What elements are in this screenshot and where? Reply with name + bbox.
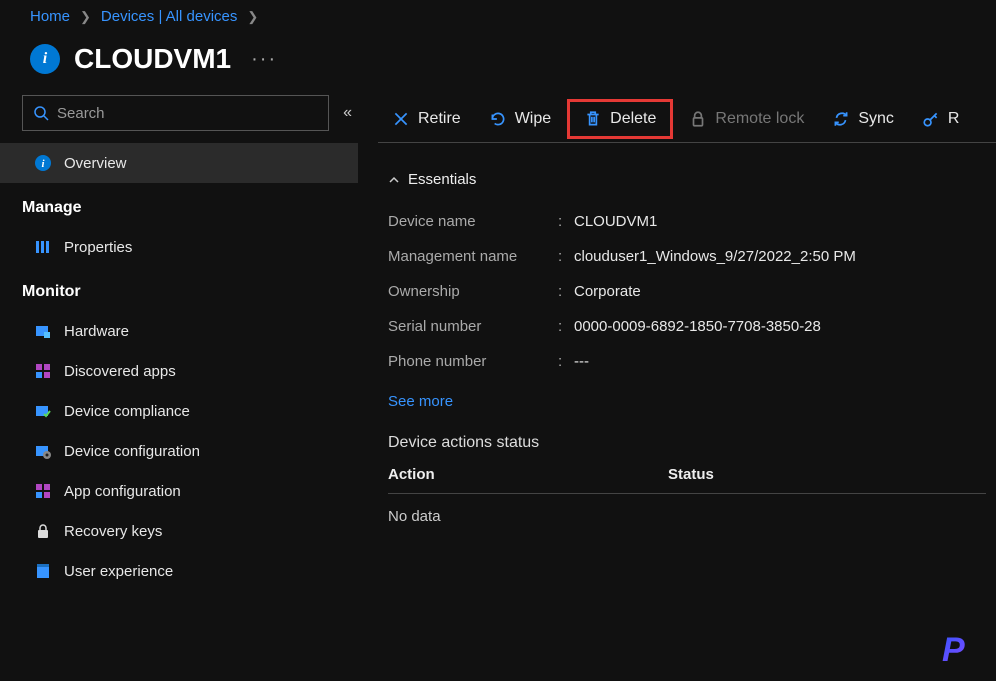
toolbar: Retire Wipe Delete Remote lock	[378, 95, 996, 143]
essentials-value: ---	[574, 353, 589, 370]
sidebar-item-recovery-keys[interactable]: Recovery keys	[0, 511, 358, 551]
hardware-icon	[34, 322, 52, 340]
button-label: Wipe	[515, 110, 551, 128]
delete-button[interactable]: Delete	[567, 99, 673, 139]
retire-button[interactable]: Retire	[378, 99, 475, 139]
info-icon: i	[34, 154, 52, 172]
essentials-row: Serial number : 0000-0009-6892-1850-7708…	[388, 309, 996, 344]
essentials-value: Corporate	[574, 283, 641, 300]
sidebar-item-label: Hardware	[64, 323, 129, 340]
content-pane: Retire Wipe Delete Remote lock	[358, 95, 996, 666]
device-config-icon	[34, 442, 52, 460]
sidebar-item-device-compliance[interactable]: Device compliance	[0, 391, 358, 431]
column-status: Status	[668, 466, 986, 483]
sidebar-item-label: App configuration	[64, 483, 181, 500]
essentials-row: Phone number : ---	[388, 344, 996, 379]
key-icon	[922, 110, 940, 128]
chevron-right-icon: ❯	[80, 9, 91, 25]
title-row: i CLOUDVM1 ···	[0, 33, 996, 95]
sidebar-item-label: User experience	[64, 563, 173, 580]
user-experience-icon	[34, 562, 52, 580]
button-label: Retire	[418, 110, 461, 128]
app-config-icon	[34, 482, 52, 500]
button-label: Delete	[610, 110, 656, 128]
device-actions-title: Device actions status	[388, 434, 986, 452]
reset-passcode-button[interactable]: R	[908, 99, 974, 139]
essentials-value: CLOUDVM1	[574, 213, 657, 230]
column-action: Action	[388, 466, 668, 483]
device-actions-section: Device actions status Action Status No d…	[378, 424, 996, 539]
lock-icon	[34, 522, 52, 540]
button-label: Sync	[858, 110, 894, 128]
sidebar-item-properties[interactable]: Properties	[0, 227, 358, 267]
essentials-value: clouduser1_Windows_9/27/2022_2:50 PM	[574, 248, 856, 265]
essentials-label: Management name	[388, 248, 558, 265]
essentials-section: Essentials Device name : CLOUDVM1 Manage…	[378, 143, 996, 424]
sidebar-item-device-configuration[interactable]: Device configuration	[0, 431, 358, 471]
search-icon	[33, 105, 49, 121]
undo-icon	[489, 110, 507, 128]
sidebar-section-manage: Manage	[22, 183, 358, 227]
more-menu-button[interactable]: ···	[251, 48, 277, 71]
sidebar-item-label: Overview	[64, 155, 127, 172]
essentials-label: Device name	[388, 213, 558, 230]
collapse-sidebar-icon[interactable]: «	[343, 104, 352, 122]
page-title: CLOUDVM1	[74, 43, 231, 75]
sidebar-item-label: Properties	[64, 239, 132, 256]
info-icon: i	[30, 44, 60, 74]
essentials-label: Ownership	[388, 283, 558, 300]
wipe-button[interactable]: Wipe	[475, 99, 565, 139]
search-box[interactable]	[22, 95, 329, 131]
sync-icon	[832, 110, 850, 128]
breadcrumb: Home ❯ Devices | All devices ❯	[0, 0, 996, 33]
essentials-header-label: Essentials	[408, 171, 476, 188]
lock-icon	[689, 110, 707, 128]
actions-table-header: Action Status	[388, 466, 986, 494]
sidebar-item-user-experience[interactable]: User experience	[0, 551, 358, 591]
sidebar-item-label: Discovered apps	[64, 363, 176, 380]
essentials-row: Management name : clouduser1_Windows_9/2…	[388, 239, 996, 274]
sync-button[interactable]: Sync	[818, 99, 908, 139]
sidebar-item-discovered-apps[interactable]: Discovered apps	[0, 351, 358, 391]
essentials-value: 0000-0009-6892-1850-7708-3850-28	[574, 318, 821, 335]
x-icon	[392, 110, 410, 128]
trash-icon	[584, 110, 602, 128]
sidebar-item-hardware[interactable]: Hardware	[0, 311, 358, 351]
essentials-row: Device name : CLOUDVM1	[388, 204, 996, 239]
chevron-up-icon	[388, 174, 400, 186]
essentials-toggle[interactable]: Essentials	[388, 171, 996, 188]
sidebar-item-label: Device compliance	[64, 403, 190, 420]
sidebar: « i Overview Manage Properties Monitor H…	[0, 95, 358, 666]
sidebar-item-app-configuration[interactable]: App configuration	[0, 471, 358, 511]
logo-p-icon: P	[942, 631, 986, 675]
actions-nodata: No data	[388, 494, 986, 539]
search-input[interactable]	[57, 105, 318, 122]
breadcrumb-home[interactable]: Home	[30, 8, 70, 25]
see-more-link[interactable]: See more	[388, 379, 996, 424]
chevron-right-icon: ❯	[247, 9, 258, 25]
essentials-row: Ownership : Corporate	[388, 274, 996, 309]
button-label: Remote lock	[715, 110, 804, 128]
essentials-label: Phone number	[388, 353, 558, 370]
apps-icon	[34, 362, 52, 380]
breadcrumb-devices[interactable]: Devices | All devices	[101, 8, 237, 25]
compliance-icon	[34, 402, 52, 420]
sidebar-item-label: Device configuration	[64, 443, 200, 460]
sidebar-item-overview[interactable]: i Overview	[0, 143, 358, 183]
properties-icon	[34, 238, 52, 256]
sidebar-section-monitor: Monitor	[22, 267, 358, 311]
button-label: R	[948, 110, 960, 128]
sidebar-item-label: Recovery keys	[64, 523, 162, 540]
essentials-label: Serial number	[388, 318, 558, 335]
remote-lock-button: Remote lock	[675, 99, 818, 139]
